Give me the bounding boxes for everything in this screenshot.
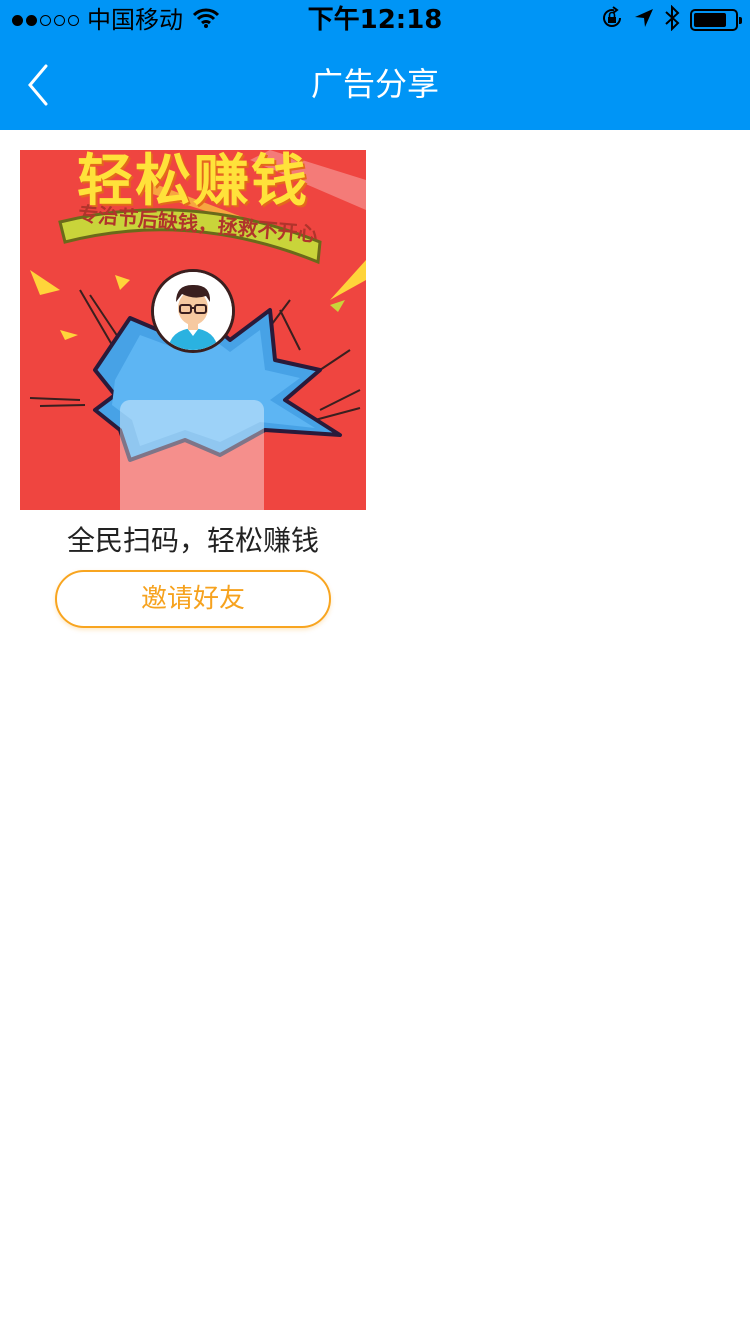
card-title: 全民扫码，轻松赚钱 (66, 524, 319, 557)
status-right (600, 4, 742, 35)
status-bar: 中国移动 下午12:18 (0, 0, 750, 40)
ad-poster-image[interactable]: 轻松赚钱 专治节后缺钱，拯救不开心 (20, 150, 366, 510)
header: 中国移动 下午12:18 广告分享 (0, 0, 750, 130)
avatar (151, 269, 235, 353)
location-arrow-icon (634, 8, 654, 32)
qr-code-placeholder (120, 400, 264, 510)
bluetooth-icon (664, 4, 680, 35)
invite-friends-button[interactable]: 邀请好友 (55, 570, 331, 628)
page-title: 广告分享 (310, 65, 439, 103)
ad-card: 轻松赚钱 专治节后缺钱，拯救不开心 全民扫码，轻松赚钱 邀请好友 (20, 150, 366, 628)
orientation-lock-icon (600, 6, 624, 34)
avatar-person-icon (154, 272, 232, 350)
battery-icon (690, 9, 742, 31)
nav-bar: 广告分享 (0, 40, 750, 130)
